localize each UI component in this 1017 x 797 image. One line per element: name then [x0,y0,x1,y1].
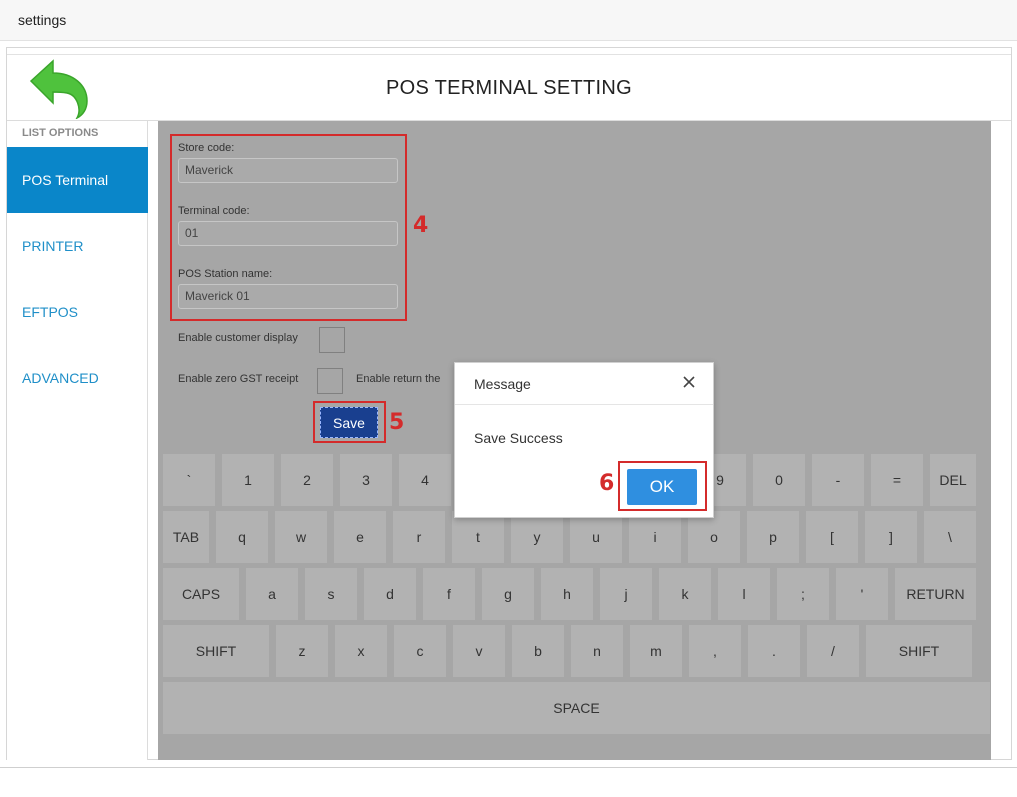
window-titlebar: settings [0,0,1017,41]
annotation-marker-4: 4 [413,213,429,238]
key-u[interactable]: u [570,511,622,563]
key-x[interactable]: x [335,625,387,677]
key-h[interactable]: h [541,568,593,620]
annotation-marker-5: 5 [389,410,405,435]
close-icon[interactable] [681,374,697,390]
key-0[interactable]: 0 [753,454,805,506]
key-comma[interactable]: , [689,625,741,677]
save-button[interactable]: Save [320,407,378,438]
key-b[interactable]: b [512,625,564,677]
key-l[interactable]: l [718,568,770,620]
key-equals[interactable]: = [871,454,923,506]
dialog-header: Message [455,363,713,405]
sidebar-item-eftpos[interactable]: EFTPOS [7,279,148,345]
key-slash[interactable]: / [807,625,859,677]
key-right-bracket[interactable]: ] [865,511,917,563]
key-2[interactable]: 2 [281,454,333,506]
key-m[interactable]: m [630,625,682,677]
key-q[interactable]: q [216,511,268,563]
key-shift-left[interactable]: SHIFT [163,625,269,677]
enable-zero-gst-checkbox[interactable] [317,368,343,394]
key-v[interactable]: v [453,625,505,677]
window-title: settings [18,12,67,28]
key-del[interactable]: DEL [930,454,976,506]
key-4[interactable]: 4 [399,454,451,506]
key-f[interactable]: f [423,568,475,620]
enable-customer-display-checkbox[interactable] [319,327,345,353]
key-n[interactable]: n [571,625,623,677]
sidebar-item-label: ADVANCED [22,370,99,386]
sidebar-item-advanced[interactable]: ADVANCED [7,345,148,411]
sidebar-item-printer[interactable]: PRINTER [7,213,148,279]
key-t[interactable]: t [452,511,504,563]
key-tab[interactable]: TAB [163,511,209,563]
page-header: POS TERMINAL SETTING [7,55,1011,121]
key-z[interactable]: z [276,625,328,677]
sidebar-item-pos-terminal[interactable]: POS Terminal [7,147,148,213]
sidebar-item-label: PRINTER [22,238,84,254]
key-quote[interactable]: ' [836,568,888,620]
key-d[interactable]: d [364,568,416,620]
key-1[interactable]: 1 [222,454,274,506]
key-space[interactable]: SPACE [163,682,990,734]
divider [0,767,1017,768]
annotation-box-ok [618,461,707,511]
annotation-box-fields [170,134,407,321]
key-i[interactable]: i [629,511,681,563]
enable-return-label: Enable return the [356,373,441,385]
key-k[interactable]: k [659,568,711,620]
sidebar-heading: LIST OPTIONS [22,127,99,139]
key-backslash[interactable]: \ [924,511,976,563]
sidebar-item-label: POS Terminal [22,172,109,188]
annotation-marker-6: 6 [599,471,615,496]
key-j[interactable]: j [600,568,652,620]
dialog-message: Save Success [474,430,563,446]
key-s[interactable]: s [305,568,357,620]
sidebar-item-label: EFTPOS [22,304,79,320]
key-w[interactable]: w [275,511,327,563]
key-g[interactable]: g [482,568,534,620]
enable-customer-display-label: Enable customer display [178,332,298,344]
key-a[interactable]: a [246,568,298,620]
enable-zero-gst-label: Enable zero GST receipt [178,373,299,385]
key-shift-right[interactable]: SHIFT [866,625,972,677]
dialog-title: Message [474,376,531,392]
key-e[interactable]: e [334,511,386,563]
key-left-bracket[interactable]: [ [806,511,858,563]
key-backtick[interactable]: ` [163,454,215,506]
key-y[interactable]: y [511,511,563,563]
key-caps[interactable]: CAPS [163,568,239,620]
sidebar: LIST OPTIONS POS Terminal PRINTER EFTPOS… [7,121,148,760]
page-title: POS TERMINAL SETTING [385,77,633,99]
key-o[interactable]: o [688,511,740,563]
key-p[interactable]: p [747,511,799,563]
key-r[interactable]: r [393,511,445,563]
key-return[interactable]: RETURN [895,568,976,620]
key-minus[interactable]: - [812,454,864,506]
key-c[interactable]: c [394,625,446,677]
key-3[interactable]: 3 [340,454,392,506]
key-semicolon[interactable]: ; [777,568,829,620]
key-period[interactable]: . [748,625,800,677]
